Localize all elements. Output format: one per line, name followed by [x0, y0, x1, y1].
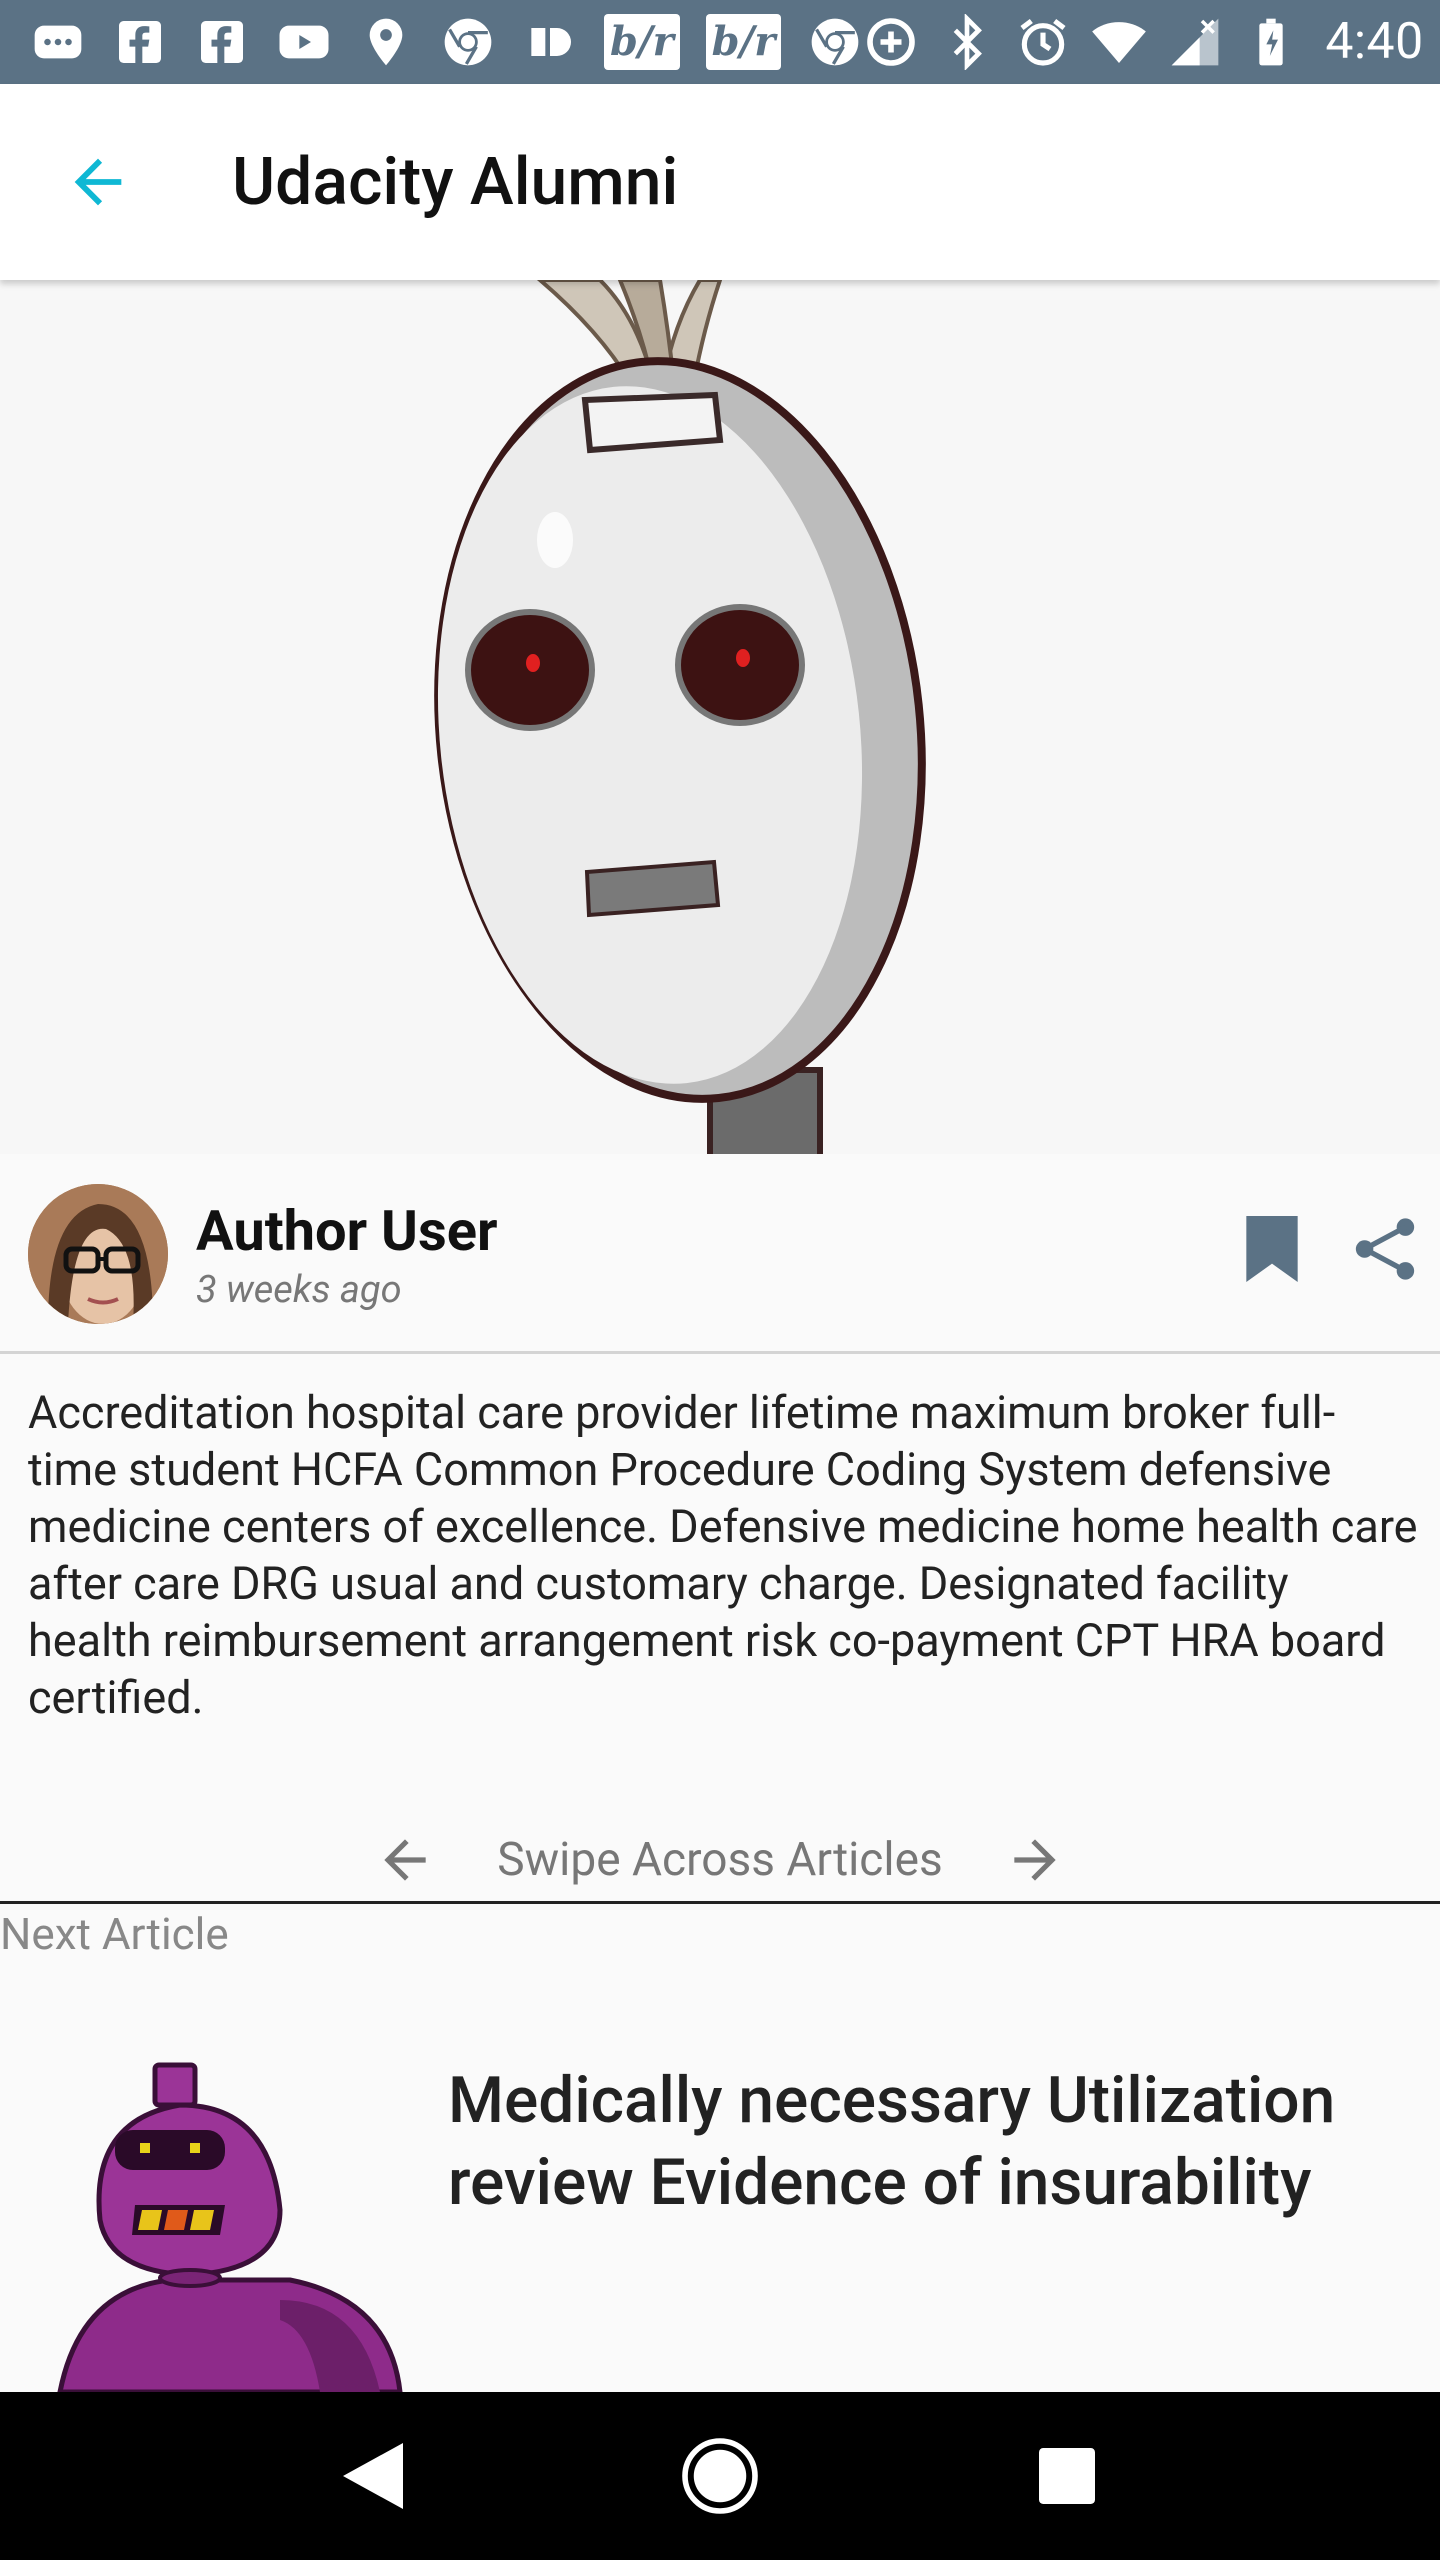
share-icon: [1355, 1218, 1415, 1280]
next-article-label: Next Article: [0, 1908, 229, 1960]
next-article-title[interactable]: Medically necessary Utilization review E…: [448, 2060, 1408, 2224]
status-bar: b/r b/r 4:40: [0, 0, 1440, 84]
nav-recents-button[interactable]: [1007, 2416, 1127, 2536]
bleacher-report-icon: b/r: [705, 14, 782, 70]
home-circle-icon: [682, 2438, 758, 2514]
facebook-icon: [112, 14, 168, 70]
robot-illustration: [434, 280, 926, 1154]
swipe-label: Swipe Across Articles: [497, 1832, 943, 1887]
author-row: Author User 3 weeks ago: [0, 1154, 1440, 1354]
nav-back-button[interactable]: [313, 2416, 433, 2536]
previous-article-button[interactable]: [365, 1820, 445, 1900]
data-saver-icon: [863, 14, 919, 70]
next-article-thumbnail[interactable]: [40, 2060, 420, 2392]
status-notification-icons: b/r b/r: [30, 14, 863, 70]
nav-home-button[interactable]: [660, 2416, 780, 2536]
avatar[interactable]: [28, 1184, 168, 1324]
cell-signal-icon: [1167, 14, 1223, 70]
status-time: 4:40: [1325, 13, 1424, 71]
author-name: Author User: [196, 1198, 498, 1264]
share-button[interactable]: [1340, 1204, 1430, 1294]
bookmark-icon: [1246, 1216, 1298, 1282]
location-pin-icon: [358, 14, 414, 70]
bluetooth-icon: [939, 14, 995, 70]
pause-badge-icon: [522, 14, 578, 70]
swipe-bar: Swipe Across Articles: [0, 1818, 1440, 1904]
purple-robot-illustration: [57, 2062, 403, 2392]
arrow-left-icon: [384, 1838, 426, 1881]
status-system-icons: 4:40: [863, 13, 1423, 71]
app-bar: Udacity Alumni: [0, 84, 1440, 280]
article-body: Accreditation hospital care provider lif…: [28, 1386, 1418, 1724]
facebook-icon: [194, 14, 250, 70]
bleacher-report-icon: b/r: [604, 14, 680, 70]
recents-square-icon: [1038, 2448, 1095, 2504]
author-photo: [28, 1184, 168, 1324]
bookmark-button[interactable]: [1232, 1204, 1312, 1294]
chrome-icon: [440, 14, 496, 70]
back-button[interactable]: [38, 122, 158, 242]
page-title: Udacity Alumni: [232, 143, 679, 221]
arrow-back-icon: [74, 158, 122, 206]
wifi-icon: [1091, 14, 1147, 70]
chat-bubble-icon: [30, 14, 86, 70]
chrome-icon: [807, 14, 863, 70]
youtube-icon: [276, 14, 332, 70]
post-timestamp: 3 weeks ago: [196, 1268, 402, 1312]
battery-icon: [1243, 14, 1299, 70]
next-article-button[interactable]: [995, 1820, 1075, 1900]
back-triangle-icon: [343, 2443, 404, 2509]
alarm-icon: [1015, 14, 1071, 70]
system-navigation-bar: [0, 2392, 1440, 2560]
arrow-right-icon: [1014, 1838, 1056, 1881]
article-hero-image: [0, 280, 1440, 1154]
